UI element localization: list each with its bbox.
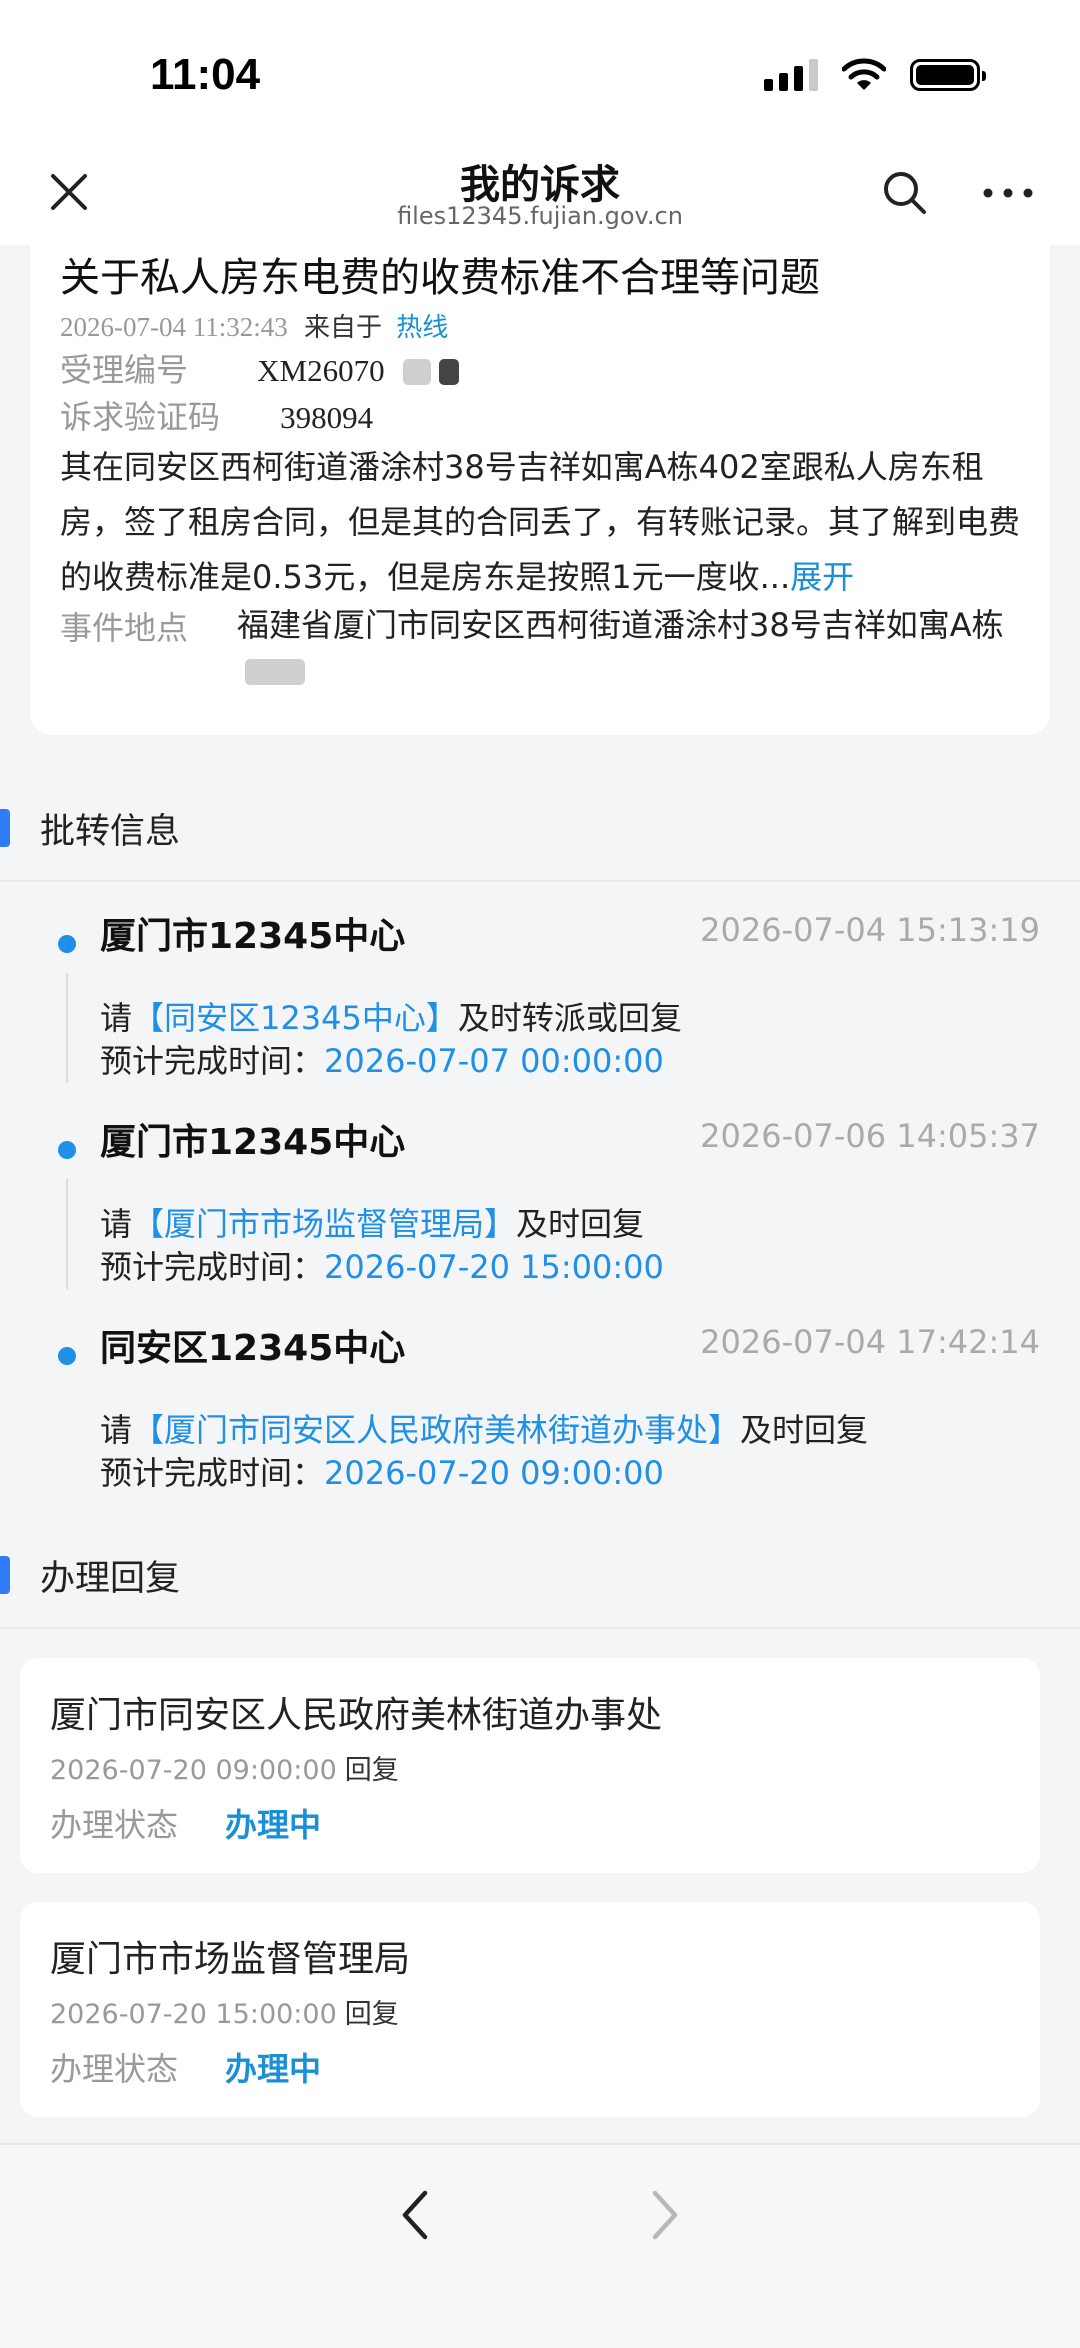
browser-bottom-bar	[0, 2143, 1080, 2348]
forward-arrow-icon[interactable]	[645, 2185, 685, 2245]
signal-icon	[764, 59, 818, 91]
nav-header: 我的诉求 files12345.fujian.gov.cn	[0, 150, 1080, 245]
complaint-content: 其在同安区西柯街道潘涂村38号吉祥如寓A栋402室跟私人房东租房，签了租房合同，…	[60, 440, 1040, 605]
reply-word: 回复	[344, 1755, 399, 1786]
redaction-mask	[245, 659, 305, 685]
instruction-action: 及时回复	[516, 1205, 645, 1243]
verify-code-row: 诉求验证码 398094	[60, 392, 373, 438]
deadline-label: 预计完成时间：	[100, 1042, 325, 1080]
timeline-dot	[58, 1141, 76, 1159]
deadline-label: 预计完成时间：	[100, 1248, 325, 1286]
section-divider	[0, 880, 1080, 882]
reply-status-value: 办理中	[225, 2050, 322, 2088]
case-number-label: 受理编号	[60, 351, 189, 389]
complaint-title: 关于私人房东电费的收费标准不合理等问题	[60, 255, 820, 301]
timeline-deadline: 预计完成时间：2026-07-20 15:00:00	[100, 1242, 664, 1288]
timeline-instruction: 请【厦门市市场监督管理局】及时回复	[100, 1199, 644, 1245]
complaint-content-text: 其在同安区西柯街道潘涂村38号吉祥如寓A栋402室跟私人房东租房，签了租房合同，…	[60, 448, 1021, 596]
complaint-card: 关于私人房东电费的收费标准不合理等问题 2026-07-04 11:32:43 …	[30, 245, 1050, 735]
location-value: 福建省厦门市同安区西柯街道潘涂村38号吉祥如寓A栋	[237, 603, 1057, 693]
reply-meta: 2026-07-20 09:00:00 回复	[50, 1748, 399, 1787]
complaint-datetime: 2026-07-04 11:32:43	[60, 312, 288, 342]
reply-section-header: 办理回复	[0, 1542, 1080, 1612]
timeline-dot	[58, 1347, 76, 1365]
section-accent-bar	[0, 809, 10, 847]
status-bar: 11:04	[0, 0, 1080, 150]
timeline-time: 2026-07-06 14:05:37	[700, 1117, 1040, 1155]
search-icon[interactable]	[880, 168, 930, 218]
redaction-mask	[438, 359, 459, 385]
case-number-row: 受理编号 XM26070	[60, 345, 459, 391]
status-time: 11:04	[150, 50, 261, 99]
transfer-section-header: 批转信息	[0, 795, 1080, 865]
timeline-org: 厦门市12345中心	[100, 1122, 406, 1163]
location-value-text: 福建省厦门市同安区西柯街道潘涂村38号吉祥如寓A栋	[237, 606, 1004, 644]
source-link[interactable]: 热线	[396, 313, 448, 343]
reply-status-row: 办理状态 办理中	[50, 1800, 321, 1846]
from-label: 来自于	[304, 313, 383, 343]
reply-card[interactable]: 厦门市市场监督管理局 2026-07-20 15:00:00 回复 办理状态 办理中	[20, 1902, 1040, 2117]
expand-link[interactable]: 展开	[790, 558, 854, 596]
deadline-label: 预计完成时间：	[100, 1454, 325, 1492]
deadline-value: 2026-07-20 09:00:00	[324, 1454, 664, 1492]
transfer-section-title: 批转信息	[40, 812, 181, 852]
more-icon[interactable]	[982, 178, 1034, 208]
section-accent-bar	[0, 1556, 10, 1594]
timeline-dot	[58, 935, 76, 953]
instruction-action: 及时回复	[740, 1411, 869, 1449]
reply-meta: 2026-07-20 15:00:00 回复	[50, 1992, 399, 2031]
timeline-deadline: 预计完成时间：2026-07-07 00:00:00	[100, 1036, 664, 1082]
timeline-dept: 【同安区12345中心】	[132, 999, 458, 1037]
instruction-action: 及时转派或回复	[457, 999, 682, 1037]
verify-code-label: 诉求验证码	[60, 398, 221, 436]
timeline-deadline: 预计完成时间：2026-07-20 09:00:00	[100, 1448, 664, 1494]
timeline-line	[66, 973, 68, 1083]
reply-date: 2026-07-20 09:00:00	[50, 1755, 337, 1786]
verify-code-value: 398094	[280, 400, 374, 435]
timeline-item: 同安区12345中心 2026-07-04 17:42:14 请【厦门市同安区人…	[0, 1305, 1080, 1505]
timeline-item: 厦门市12345中心 2026-07-04 15:13:19 请【同安区1234…	[0, 893, 1080, 1093]
reply-status-label: 办理状态	[50, 1806, 179, 1844]
timeline-instruction: 请【同安区12345中心】及时转派或回复	[100, 993, 682, 1039]
reply-org: 厦门市市场监督管理局	[50, 1939, 411, 1980]
instruction-prefix: 请	[100, 999, 133, 1037]
reply-word: 回复	[344, 1999, 399, 2030]
reply-org: 厦门市同安区人民政府美林街道办事处	[50, 1695, 663, 1736]
location-label: 事件地点	[60, 609, 189, 647]
deadline-value: 2026-07-20 15:00:00	[324, 1248, 664, 1286]
complaint-meta: 2026-07-04 11:32:43 来自于 热线	[60, 307, 448, 344]
reply-section-title: 办理回复	[40, 1559, 181, 1599]
timeline-instruction: 请【厦门市同安区人民政府美林街道办事处】及时回复	[100, 1405, 868, 1451]
timeline-dept: 【厦门市同安区人民政府美林街道办事处】	[132, 1411, 741, 1449]
timeline-time: 2026-07-04 15:13:19	[700, 911, 1040, 949]
timeline-time: 2026-07-04 17:42:14	[700, 1323, 1040, 1361]
timeline-item: 厦门市12345中心 2026-07-06 14:05:37 请【厦门市市场监督…	[0, 1099, 1080, 1299]
reply-status-row: 办理状态 办理中	[50, 2044, 321, 2090]
timeline-org: 厦门市12345中心	[100, 916, 406, 957]
reply-status-label: 办理状态	[50, 2050, 179, 2088]
section-divider	[0, 1627, 1080, 1629]
deadline-value: 2026-07-07 00:00:00	[324, 1042, 664, 1080]
timeline-dept: 【厦门市市场监督管理局】	[132, 1205, 517, 1243]
timeline-org: 同安区12345中心	[100, 1328, 406, 1369]
reply-card[interactable]: 厦门市同安区人民政府美林街道办事处 2026-07-20 09:00:00 回复 …	[20, 1658, 1040, 1873]
instruction-prefix: 请	[100, 1205, 133, 1243]
reply-status-value: 办理中	[225, 1806, 322, 1844]
back-arrow-icon[interactable]	[395, 2185, 435, 2245]
reply-date: 2026-07-20 15:00:00	[50, 1999, 337, 2030]
wifi-icon	[842, 58, 886, 90]
status-icons	[764, 58, 986, 92]
instruction-prefix: 请	[100, 1411, 133, 1449]
timeline-line	[66, 1179, 68, 1289]
case-number-value: XM26070	[257, 353, 385, 388]
battery-icon	[910, 59, 986, 91]
redaction-mask	[402, 359, 431, 385]
